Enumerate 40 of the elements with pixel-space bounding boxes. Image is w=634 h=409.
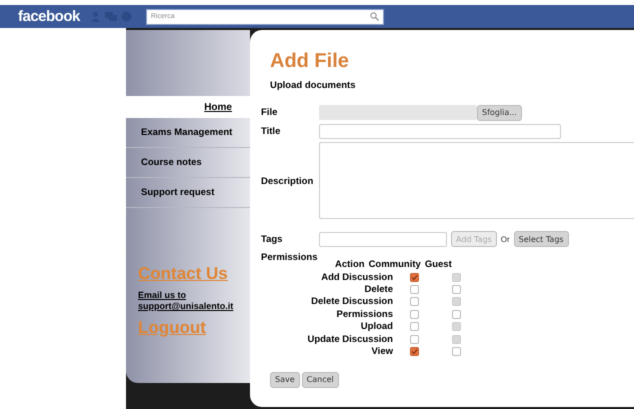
checkbox[interactable] <box>452 285 460 294</box>
tags-field[interactable] <box>319 232 447 246</box>
title-label: Title <box>261 126 282 137</box>
title-field[interactable] <box>319 124 561 139</box>
description-field[interactable] <box>319 142 634 219</box>
column-header: Community <box>368 259 421 271</box>
checkbox[interactable] <box>410 334 418 344</box>
permission-label: Delete <box>363 284 393 296</box>
checkbox[interactable] <box>410 272 418 282</box>
dialog-subtitle: Upload documents <box>270 80 357 91</box>
checkbox[interactable] <box>410 322 418 332</box>
or-text: Or <box>500 234 510 244</box>
checkbox[interactable] <box>410 310 418 319</box>
save-button[interactable]: Save <box>270 372 300 388</box>
column-header: Guest <box>424 259 452 271</box>
permissions-label: Permissions <box>261 252 318 263</box>
permission-label: Add Discussion <box>320 272 393 283</box>
dialog-title: Add File <box>270 50 350 73</box>
checkbox[interactable] <box>410 297 418 306</box>
permission-label: View <box>370 346 393 358</box>
permission-label: Upload <box>360 321 393 332</box>
permission-label: Update Discussion <box>306 334 393 345</box>
home-link[interactable]: Home <box>204 102 232 112</box>
tags-label: Tags <box>261 234 284 244</box>
checkbox[interactable] <box>410 347 418 356</box>
checkbox[interactable] <box>452 347 460 356</box>
permission-label: Delete Discussion <box>310 296 393 308</box>
facebook-logo[interactable]: facebook <box>18 8 80 25</box>
select-tags-button[interactable]: Select Tags <box>514 231 569 247</box>
checkbox[interactable] <box>452 310 460 319</box>
checkbox[interactable] <box>410 285 418 294</box>
description-label: Description <box>261 176 314 186</box>
permission-label: Permissions <box>336 308 393 320</box>
column-header: Action <box>335 259 365 271</box>
search-icon[interactable] <box>370 12 379 21</box>
cancel-button[interactable]: Cancel <box>302 372 339 388</box>
file-label: File <box>261 107 278 118</box>
browse-button[interactable]: Sfoglia... <box>477 104 522 120</box>
file-field[interactable] <box>319 105 477 120</box>
email-link[interactable]: Email us to support@unisalento.it <box>138 290 248 312</box>
